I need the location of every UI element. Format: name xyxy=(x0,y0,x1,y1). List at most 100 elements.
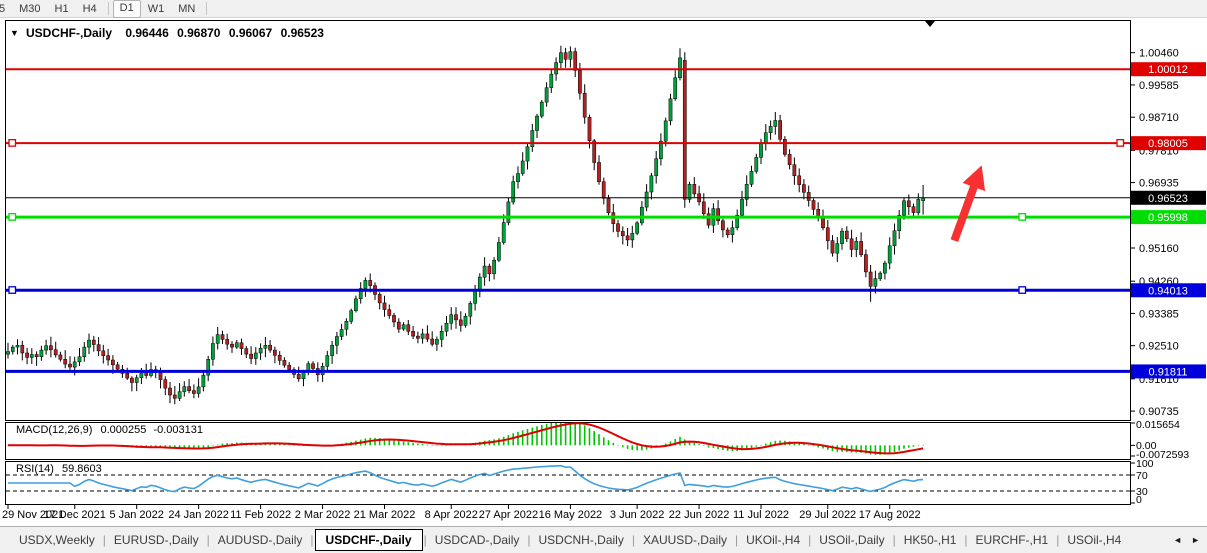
candle xyxy=(97,345,100,351)
tab-scroll-arrows: ◄► xyxy=(1173,535,1207,545)
chart-tab-eurchf-h1[interactable]: EURCHF-,H1 xyxy=(969,530,1056,550)
candle xyxy=(836,244,839,254)
candle xyxy=(6,352,9,355)
chart-tab-ukoil-h4[interactable]: UKOil-,H4 xyxy=(739,530,807,550)
chart-tab-usoil-daily[interactable]: USOil-,Daily xyxy=(812,530,891,550)
chart-shift-marker-icon[interactable] xyxy=(925,21,935,27)
date-axis: 29 Nov 202117 Dec 20215 Jan 202224 Jan 2… xyxy=(2,505,921,522)
tab-separator: | xyxy=(310,533,313,547)
candle xyxy=(788,154,791,164)
chart-tab-audusd-daily[interactable]: AUDUSD-,Daily xyxy=(211,530,310,550)
candle xyxy=(798,176,801,185)
macd-value-signal: -0.003131 xyxy=(153,424,203,436)
chart-tab-eurusd-daily[interactable]: EURUSD-,Daily xyxy=(107,530,206,550)
date-axis-label: 17 Dec 2021 xyxy=(44,509,106,521)
candle xyxy=(221,335,224,340)
candle xyxy=(116,365,119,369)
line-handle[interactable] xyxy=(9,140,16,147)
macd-name: MACD(12,26,9) xyxy=(16,424,92,436)
candle xyxy=(450,315,453,324)
tab-scroll-right-icon[interactable]: ► xyxy=(1191,535,1200,545)
candle xyxy=(254,353,257,359)
candle xyxy=(459,320,462,326)
line-handle[interactable] xyxy=(1019,214,1026,221)
line-handle[interactable] xyxy=(9,214,16,221)
line-handle[interactable] xyxy=(1019,287,1026,294)
candle xyxy=(383,303,386,310)
line-handle[interactable] xyxy=(9,287,16,294)
date-axis-label: 11 Feb 2022 xyxy=(230,509,291,521)
candle xyxy=(812,201,815,210)
rsi-pane xyxy=(6,463,1135,503)
price-axis-label: 1.00460 xyxy=(1139,48,1179,60)
tab-scroll-left-icon[interactable]: ◄ xyxy=(1173,535,1182,545)
symbol-tab-bar: USDX,Weekly|EURUSD-,Daily|AUDUSD-,Daily|… xyxy=(0,526,1207,553)
macd-axis-max: 0.015654 xyxy=(1136,419,1180,431)
tab-separator: | xyxy=(735,533,738,547)
candle xyxy=(197,387,200,394)
candle xyxy=(745,184,748,199)
tab-separator: | xyxy=(808,533,811,547)
date-axis-label: 5 Jan 2022 xyxy=(109,509,163,521)
rsi-axis-0: 0 xyxy=(1136,494,1142,506)
chart-tab-usdchf-daily[interactable]: USDCHF-,Daily xyxy=(315,529,423,551)
candle xyxy=(769,126,772,132)
chart-title-text: USDCHF-,Daily 0.96446 0.96870 0.96067 0.… xyxy=(26,26,324,40)
candle xyxy=(731,228,734,235)
candle xyxy=(564,53,567,60)
candle xyxy=(826,228,829,241)
candle xyxy=(502,223,505,243)
chart-tab-usdx-weekly[interactable]: USDX,Weekly xyxy=(12,530,102,550)
title-high: 0.96870 xyxy=(177,26,221,40)
chart-surface[interactable]: 1.004600.995850.987100.978100.969350.951… xyxy=(0,0,1207,527)
tab-separator: | xyxy=(424,533,427,547)
tab-separator: | xyxy=(1056,533,1059,547)
candle xyxy=(173,395,176,398)
chart-tab-hk50-h1[interactable]: HK50-,H1 xyxy=(897,530,964,550)
candle xyxy=(917,199,920,212)
date-axis-label: 11 Jul 2022 xyxy=(733,509,789,521)
price-axis-label: 0.90735 xyxy=(1139,406,1179,418)
candle xyxy=(650,176,653,192)
candle xyxy=(250,354,253,358)
date-axis-label: 21 Mar 2022 xyxy=(354,509,416,521)
chart-tab-usoil-h4[interactable]: USOil-,H4 xyxy=(1060,530,1128,550)
line-handle[interactable] xyxy=(1117,140,1124,147)
candle xyxy=(588,117,591,141)
candle xyxy=(45,346,48,350)
candle xyxy=(759,143,762,157)
chart-tab-xauusd-daily[interactable]: XAUUSD-,Daily xyxy=(636,530,734,550)
candle xyxy=(874,279,877,287)
candle xyxy=(578,70,581,93)
candle xyxy=(526,147,529,161)
candle xyxy=(192,391,195,394)
candle xyxy=(421,334,424,338)
candle xyxy=(802,185,805,193)
tab-separator: | xyxy=(893,533,896,547)
candle xyxy=(416,336,419,338)
chart-tab-usdcad-daily[interactable]: USDCAD-,Daily xyxy=(428,530,527,550)
candle xyxy=(335,337,338,346)
candle xyxy=(126,373,129,378)
title-symbol: USDCHF-,Daily xyxy=(26,26,112,40)
candle xyxy=(912,207,915,213)
candle xyxy=(807,192,810,200)
candle xyxy=(907,201,910,207)
candle xyxy=(440,331,443,339)
candle xyxy=(655,159,658,176)
candle xyxy=(702,202,705,214)
rsi-axis-70: 70 xyxy=(1136,470,1148,482)
candle xyxy=(888,246,891,263)
candle xyxy=(145,373,148,376)
candle xyxy=(883,263,886,273)
candle xyxy=(164,380,167,389)
candle xyxy=(488,266,491,274)
candle xyxy=(550,74,553,88)
candle xyxy=(631,233,634,240)
candle xyxy=(821,218,824,228)
candle xyxy=(397,322,400,329)
candle xyxy=(168,388,171,395)
chart-tab-usdcnh-daily[interactable]: USDCNH-,Daily xyxy=(532,530,631,550)
trend-arrow-object[interactable] xyxy=(943,161,993,244)
candle xyxy=(783,139,786,154)
